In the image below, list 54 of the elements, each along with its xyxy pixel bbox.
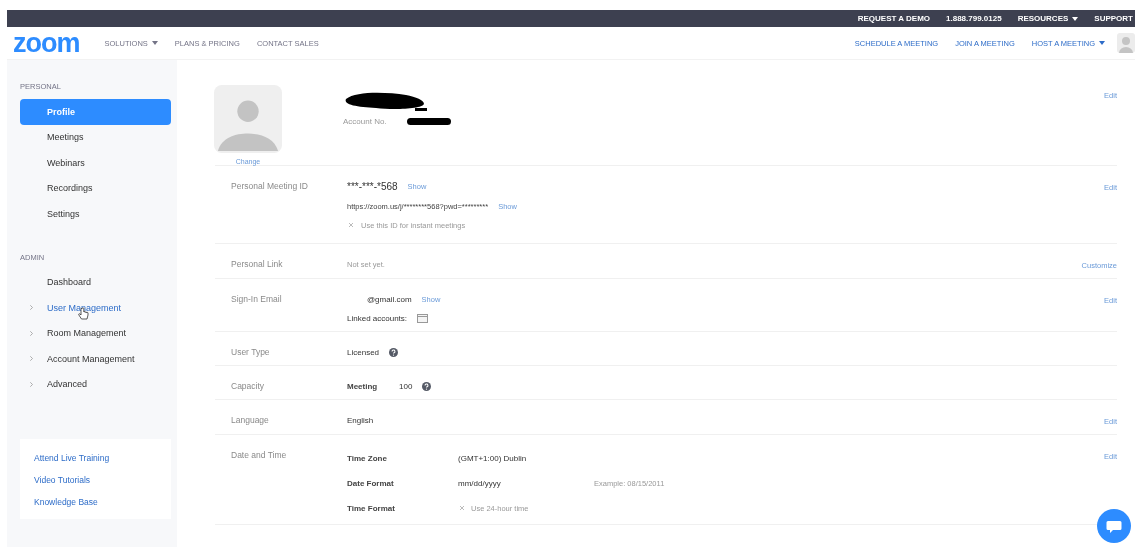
avatar-placeholder-icon[interactable] xyxy=(213,85,283,153)
setting-label: Time Zone xyxy=(347,453,388,463)
setting-value: mm/dd/yyyy xyxy=(458,478,502,488)
chat-icon[interactable] xyxy=(1097,509,1131,543)
caret-icon xyxy=(1099,41,1105,45)
linked-accounts-label: Linked accounts: xyxy=(347,313,408,323)
help-link[interactable]: Video Tutorials xyxy=(20,469,171,491)
checkbox[interactable] xyxy=(458,504,466,512)
sidebar-item[interactable]: Webinars xyxy=(20,150,171,176)
redaction-mark xyxy=(406,118,451,125)
sidebar-item[interactable]: User Management xyxy=(20,295,171,321)
setting-value: (GMT+1:00) Dublin xyxy=(458,453,528,463)
field-label: Language xyxy=(230,415,270,426)
caret-icon xyxy=(1072,16,1079,21)
chevron-icon xyxy=(30,381,33,387)
setting-label: Time Format xyxy=(347,503,396,513)
field-label: Capacity xyxy=(230,381,266,391)
account-number-label: Account No. xyxy=(343,117,387,126)
meeting-id: ***-***-*568 xyxy=(347,181,398,192)
field-label: Personal Link xyxy=(230,259,284,270)
field-value: English xyxy=(347,415,374,425)
help-link[interactable]: Knowledge Base xyxy=(20,491,171,513)
account-icon xyxy=(417,313,429,323)
field-label: Personal Meeting ID xyxy=(230,181,309,193)
avatar-icon[interactable] xyxy=(1117,33,1135,53)
setting-label: Date Format xyxy=(347,478,395,488)
top-link[interactable]: RESOURCES xyxy=(1017,14,1079,23)
sidebar-item[interactable]: Settings xyxy=(20,201,171,227)
capacity-label: Meeting xyxy=(347,381,379,391)
caret-icon xyxy=(151,41,158,45)
chevron-icon xyxy=(30,330,33,336)
checkbox[interactable] xyxy=(347,221,355,229)
capacity-value: 100 xyxy=(399,381,413,391)
chevron-icon xyxy=(30,356,33,361)
sidebar-item[interactable]: Room Management xyxy=(20,320,171,346)
top-link[interactable]: SUPPORT xyxy=(1094,14,1133,23)
field-label: Date and Time xyxy=(230,450,288,462)
help-link[interactable]: Attend Live Training xyxy=(20,447,171,469)
logo[interactable]: zoom xyxy=(13,29,80,57)
sidebar-item[interactable]: Recordings xyxy=(20,175,171,201)
sidebar-item[interactable]: Profile xyxy=(20,99,171,125)
top-link[interactable]: REQUEST A DEMO xyxy=(857,14,931,23)
field-label: User Type xyxy=(230,347,271,357)
chevron-icon xyxy=(30,305,33,310)
sidebar-item[interactable]: Meetings xyxy=(20,124,171,150)
field-value: Licensed xyxy=(347,347,380,357)
sidebar-item[interactable]: Account Management xyxy=(20,346,171,372)
sidebar-item[interactable]: Dashboard xyxy=(20,269,171,295)
email-value: @gmail.com xyxy=(367,294,412,304)
field-label: Sign-In Email xyxy=(230,294,283,306)
top-link[interactable]: 1.888.799.0125 xyxy=(946,14,1002,23)
sidebar-item[interactable]: Advanced xyxy=(20,371,171,397)
help-icon[interactable] xyxy=(422,381,432,391)
help-icon[interactable] xyxy=(389,347,399,357)
